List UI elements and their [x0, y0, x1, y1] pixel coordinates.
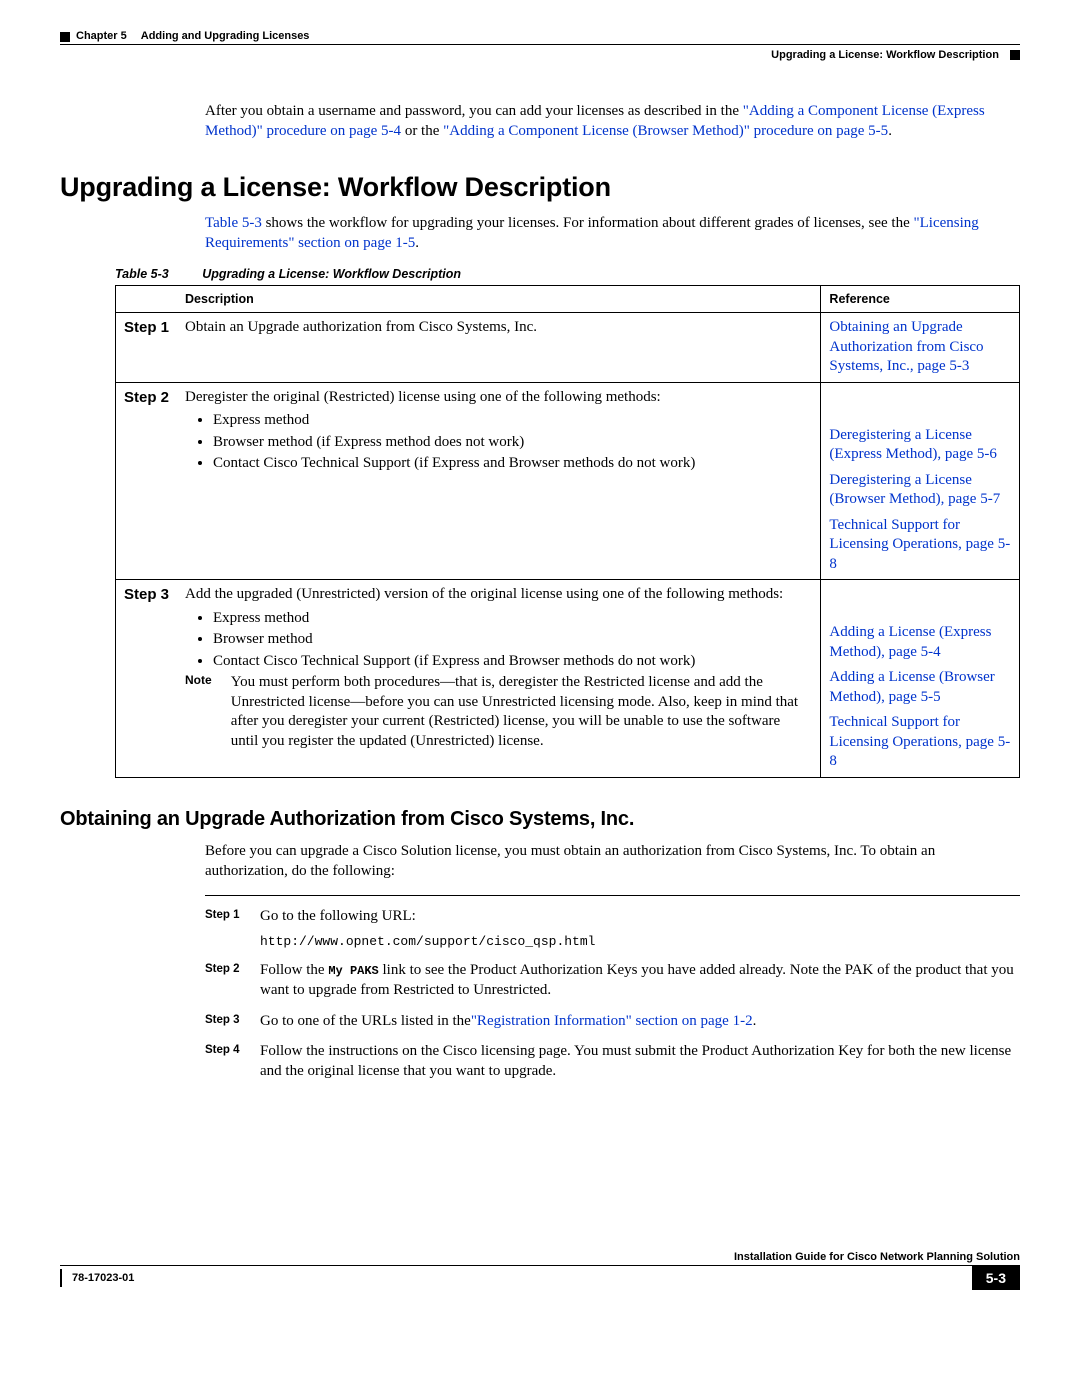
step-description: Obtain an Upgrade authorization from Cis… [177, 313, 821, 383]
step-row: Step 1 Go to the following URL: http://w… [205, 906, 1020, 950]
my-paks-label: My PAKS [328, 964, 378, 978]
link-tech-support[interactable]: Technical Support for Licensing Operatio… [829, 517, 1010, 572]
link-registration-info[interactable]: "Registration Information" section on pa… [471, 1013, 753, 1029]
step-body: Follow the instructions on the Cisco lic… [260, 1041, 1020, 1082]
list-item: Express method [213, 609, 812, 629]
note: Note You must perform both procedures—th… [185, 673, 812, 751]
link-obtain-auth[interactable]: Obtaining an Upgrade Authorization from … [829, 319, 983, 374]
link-add-browser[interactable]: Adding a License (Browser Method), page … [829, 669, 994, 705]
chapter-title: Adding and Upgrading Licenses [141, 30, 310, 42]
page-number: 5-3 [972, 1266, 1020, 1290]
step-label: Step 4 [205, 1041, 260, 1082]
header-marker-icon [60, 32, 70, 42]
section-heading: Upgrading a License: Workflow Descriptio… [60, 172, 1020, 203]
text: . [415, 235, 419, 251]
section-path-text: Upgrading a License: Workflow Descriptio… [771, 49, 999, 61]
link-dereg-browser[interactable]: Deregistering a License (Browser Method)… [829, 472, 1000, 508]
step-label: Step 3 [116, 580, 178, 778]
step-label: Step 2 [116, 382, 178, 580]
text: or the [401, 123, 443, 139]
step-description: Deregister the original (Restricted) lic… [177, 382, 821, 580]
table-header-empty [116, 286, 178, 313]
text: Go to one of the URLs listed in the [260, 1013, 471, 1029]
procedure-steps: Step 1 Go to the following URL: http://w… [205, 895, 1020, 1081]
list-item: Browser method [213, 630, 812, 650]
text: Follow the [260, 962, 328, 978]
step-body: Go to the following URL: http://www.opne… [260, 906, 1020, 950]
text: . [753, 1013, 757, 1029]
doc-number: 78-17023-01 [72, 1272, 134, 1284]
section-intro: Table 5-3 shows the workflow for upgradi… [205, 213, 1020, 254]
step-row: Step 4 Follow the instructions on the Ci… [205, 1041, 1020, 1082]
text: Go to the following URL: [260, 906, 1020, 926]
list-item: Contact Cisco Technical Support (if Expr… [213, 652, 812, 672]
text: Add the upgraded (Unrestricted) version … [185, 586, 783, 602]
text: Deregister the original (Restricted) lic… [185, 389, 661, 405]
subsection-heading: Obtaining an Upgrade Authorization from … [60, 808, 1020, 831]
step-body: Go to one of the URLs listed in the"Regi… [260, 1011, 1020, 1031]
link-tech-support[interactable]: Technical Support for Licensing Operatio… [829, 714, 1010, 769]
header-section-path: Upgrading a License: Workflow Descriptio… [60, 44, 1020, 61]
step-reference: Adding a License (Express Method), page … [821, 580, 1020, 778]
link-add-browser[interactable]: "Adding a Component License (Browser Met… [443, 123, 888, 139]
list-item: Express method [213, 411, 812, 431]
step-label: Step 2 [205, 960, 260, 1001]
note-body: You must perform both procedures—that is… [231, 673, 808, 751]
url-text: http://www.opnet.com/support/cisco_qsp.h… [260, 933, 1020, 951]
step-label: Step 3 [205, 1011, 260, 1031]
table-number: Table 5-3 [115, 267, 169, 281]
link-dereg-express[interactable]: Deregistering a License (Express Method)… [829, 427, 996, 463]
footer-bar-icon [60, 1269, 62, 1287]
note-label: Note [185, 673, 227, 689]
step-label: Step 1 [116, 313, 178, 383]
table-caption-text: Upgrading a License: Workflow Descriptio… [202, 267, 461, 281]
list-item: Browser method (if Express method does n… [213, 433, 812, 453]
text: After you obtain a username and password… [205, 103, 743, 119]
table-header-reference: Reference [821, 286, 1020, 313]
page: Chapter 5 Adding and Upgrading Licenses … [0, 0, 1080, 1320]
text: . [888, 123, 892, 139]
text: shows the workflow for upgrading your li… [262, 215, 914, 231]
workflow-table: Description Reference Step 1 Obtain an U… [115, 285, 1020, 778]
step-body: Follow the My PAKS link to see the Produ… [260, 960, 1020, 1001]
step-description: Add the upgraded (Unrestricted) version … [177, 580, 821, 778]
intro-paragraph: After you obtain a username and password… [205, 101, 1020, 142]
list-item: Contact Cisco Technical Support (if Expr… [213, 454, 812, 474]
step-row: Step 2 Follow the My PAKS link to see th… [205, 960, 1020, 1001]
link-table-5-3[interactable]: Table 5-3 [205, 215, 262, 231]
step-reference: Deregistering a License (Express Method)… [821, 382, 1020, 580]
chapter-label: Chapter 5 [76, 30, 127, 42]
table-header-description: Description [177, 286, 821, 313]
table-caption: Table 5-3 Upgrading a License: Workflow … [115, 267, 1020, 281]
header-marker-icon [1010, 50, 1020, 60]
step-label: Step 1 [205, 906, 260, 950]
table-row: Step 3 Add the upgraded (Unrestricted) v… [116, 580, 1020, 778]
table-row: Step 1 Obtain an Upgrade authorization f… [116, 313, 1020, 383]
step-row: Step 3 Go to one of the URLs listed in t… [205, 1011, 1020, 1031]
running-header: Chapter 5 Adding and Upgrading Licenses [60, 30, 1020, 42]
table-row: Step 2 Deregister the original (Restrict… [116, 382, 1020, 580]
page-footer: Installation Guide for Cisco Network Pla… [60, 1251, 1020, 1290]
footer-doc-title: Installation Guide for Cisco Network Pla… [60, 1251, 1020, 1265]
subsection-intro: Before you can upgrade a Cisco Solution … [205, 841, 1020, 882]
link-add-express[interactable]: Adding a License (Express Method), page … [829, 624, 991, 660]
